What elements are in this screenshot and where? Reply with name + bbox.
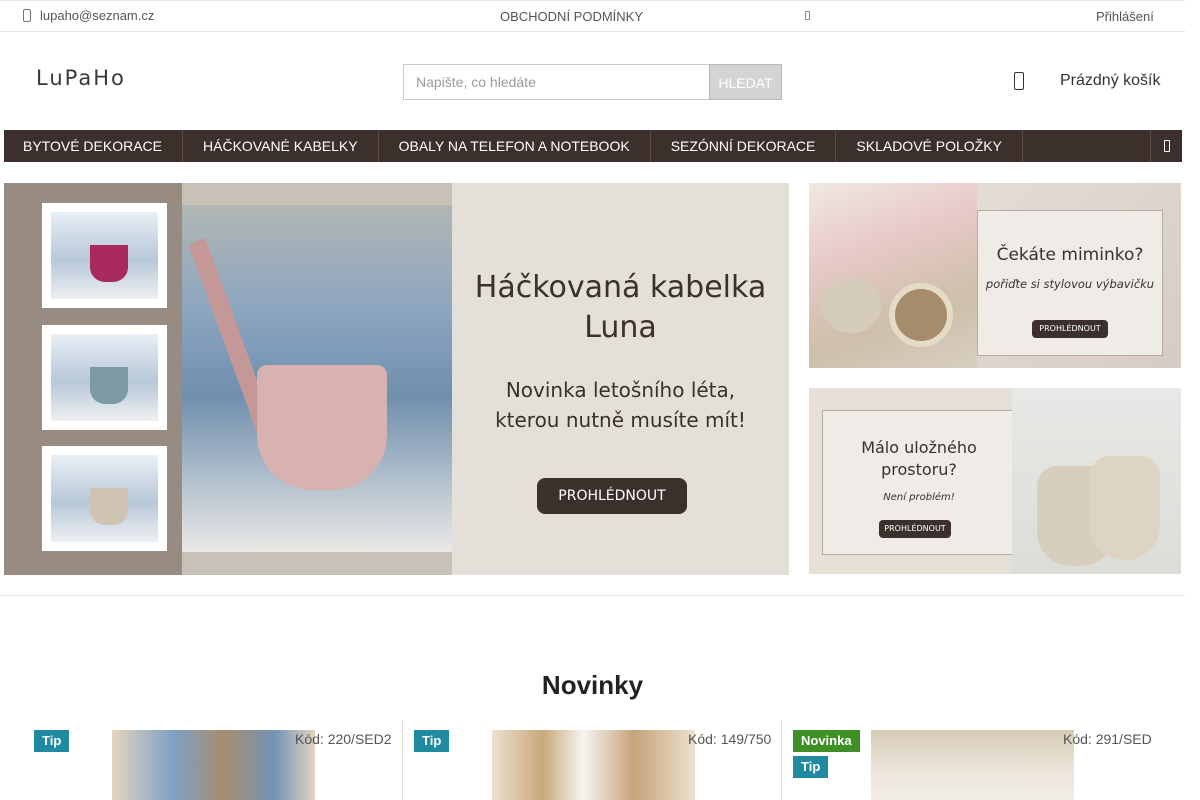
contact-email: lupaho@seznam.cz	[40, 8, 155, 23]
nav-more-button[interactable]	[1150, 130, 1182, 162]
top-bar: lupaho@seznam.cz OBCHODNÍ PODMÍNKY Přihl…	[0, 0, 1185, 32]
product-code: Kód: 149/750	[688, 731, 772, 747]
side-banner-subtitle: pořiďte si stylovou výbavičku	[985, 277, 1155, 291]
cart-link[interactable]: Prázdný košík	[1014, 72, 1160, 90]
side-banner-view-button[interactable]: PROHLÉDNOUT	[1032, 320, 1108, 338]
menu-icon	[1163, 140, 1170, 152]
product-card[interactable]: Novinka Tip Kód: 291/SED	[781, 720, 1185, 800]
side-banner-card: Čekáte miminko? pořiďte si stylovou výba…	[977, 210, 1163, 356]
side-banner-card: Málo uložného prostoru? Není problém! PR…	[822, 410, 1016, 555]
banner-title: Háčkovaná kabelka Luna	[474, 270, 767, 345]
side-banner-photo	[1012, 388, 1181, 574]
side-banner-baby[interactable]: Čekáte miminko? pořiďte si stylovou výba…	[809, 183, 1181, 368]
dropdown-icon[interactable]	[805, 11, 810, 20]
search-input[interactable]	[403, 64, 709, 100]
side-banner-photo	[809, 183, 977, 368]
nav-item-hackovane-kabelky[interactable]: HÁČKOVANÉ KABELKY	[183, 130, 379, 162]
side-banner-view-button[interactable]: PROHLÉDNOUT	[879, 520, 951, 538]
new-badge: Novinka	[793, 730, 860, 752]
banner-thumbnail	[42, 203, 167, 308]
page: lupaho@seznam.cz OBCHODNÍ PODMÍNKY Přihl…	[0, 0, 1200, 800]
main-navigation: BYTOVÉ DEKORACE HÁČKOVANÉ KABELKY OBALY …	[4, 130, 1182, 162]
product-card[interactable]: Tip Kód: 149/750	[402, 720, 782, 800]
nav-item-skladove-polozky[interactable]: SKLADOVÉ POLOŽKY	[836, 130, 1023, 162]
main-banner[interactable]: Háčkovaná kabelka Luna Novinka letošního…	[4, 183, 789, 575]
product-card[interactable]: Tip Kód: 220/SED2	[24, 720, 402, 800]
banner-text-panel: Háčkovaná kabelka Luna Novinka letošního…	[452, 183, 789, 575]
search-form: HLEDAT	[403, 64, 782, 100]
product-code: Kód: 220/SED2	[295, 731, 392, 747]
phone-icon	[23, 9, 31, 22]
nav-item-bytove-dekorace[interactable]: BYTOVÉ DEKORACE	[4, 130, 184, 162]
banner-thumbnail	[42, 446, 167, 551]
section-title: Novinky	[541, 670, 644, 700]
banner-thumbnail	[42, 325, 167, 430]
search-button[interactable]: HLEDAT	[709, 64, 782, 100]
banner-view-button[interactable]: PROHLÉDNOUT	[537, 478, 687, 514]
product-image[interactable]	[112, 730, 315, 800]
nav-item-sezonni-dekorace[interactable]: SEZÓNNÍ DEKORACE	[651, 130, 837, 162]
tip-badge: Tip	[793, 756, 829, 778]
tip-badge: Tip	[34, 730, 70, 752]
login-link[interactable]: Přihlášení	[1096, 9, 1154, 24]
banner-thumbnail-column	[4, 183, 182, 575]
side-banner-title: Čekáte miminko?	[996, 245, 1144, 265]
product-image[interactable]	[871, 730, 1074, 800]
side-banner-title: Málo uložného prostoru?	[861, 438, 977, 479]
side-banner-subtitle: Není problém!	[883, 492, 955, 503]
product-image[interactable]	[492, 730, 695, 800]
nav-item-obaly[interactable]: OBALY NA TELEFON A NOTEBOOK	[379, 130, 651, 162]
product-code: Kód: 291/SED	[1063, 731, 1152, 747]
bag-icon	[1014, 72, 1024, 90]
banner-product-photo	[182, 205, 452, 552]
section-divider	[0, 595, 1185, 596]
tip-badge: Tip	[414, 730, 450, 752]
contact-email-link[interactable]: lupaho@seznam.cz	[23, 8, 154, 23]
cart-label: Prázdný košík	[1060, 72, 1161, 89]
terms-link[interactable]: OBCHODNÍ PODMÍNKY	[500, 9, 643, 24]
side-banner-storage[interactable]: Málo uložného prostoru? Není problém! PR…	[809, 388, 1181, 574]
banner-subtitle: Novinka letošního léta, kterou nutně mus…	[495, 378, 746, 432]
site-logo[interactable]: LuPaHo	[36, 66, 126, 90]
